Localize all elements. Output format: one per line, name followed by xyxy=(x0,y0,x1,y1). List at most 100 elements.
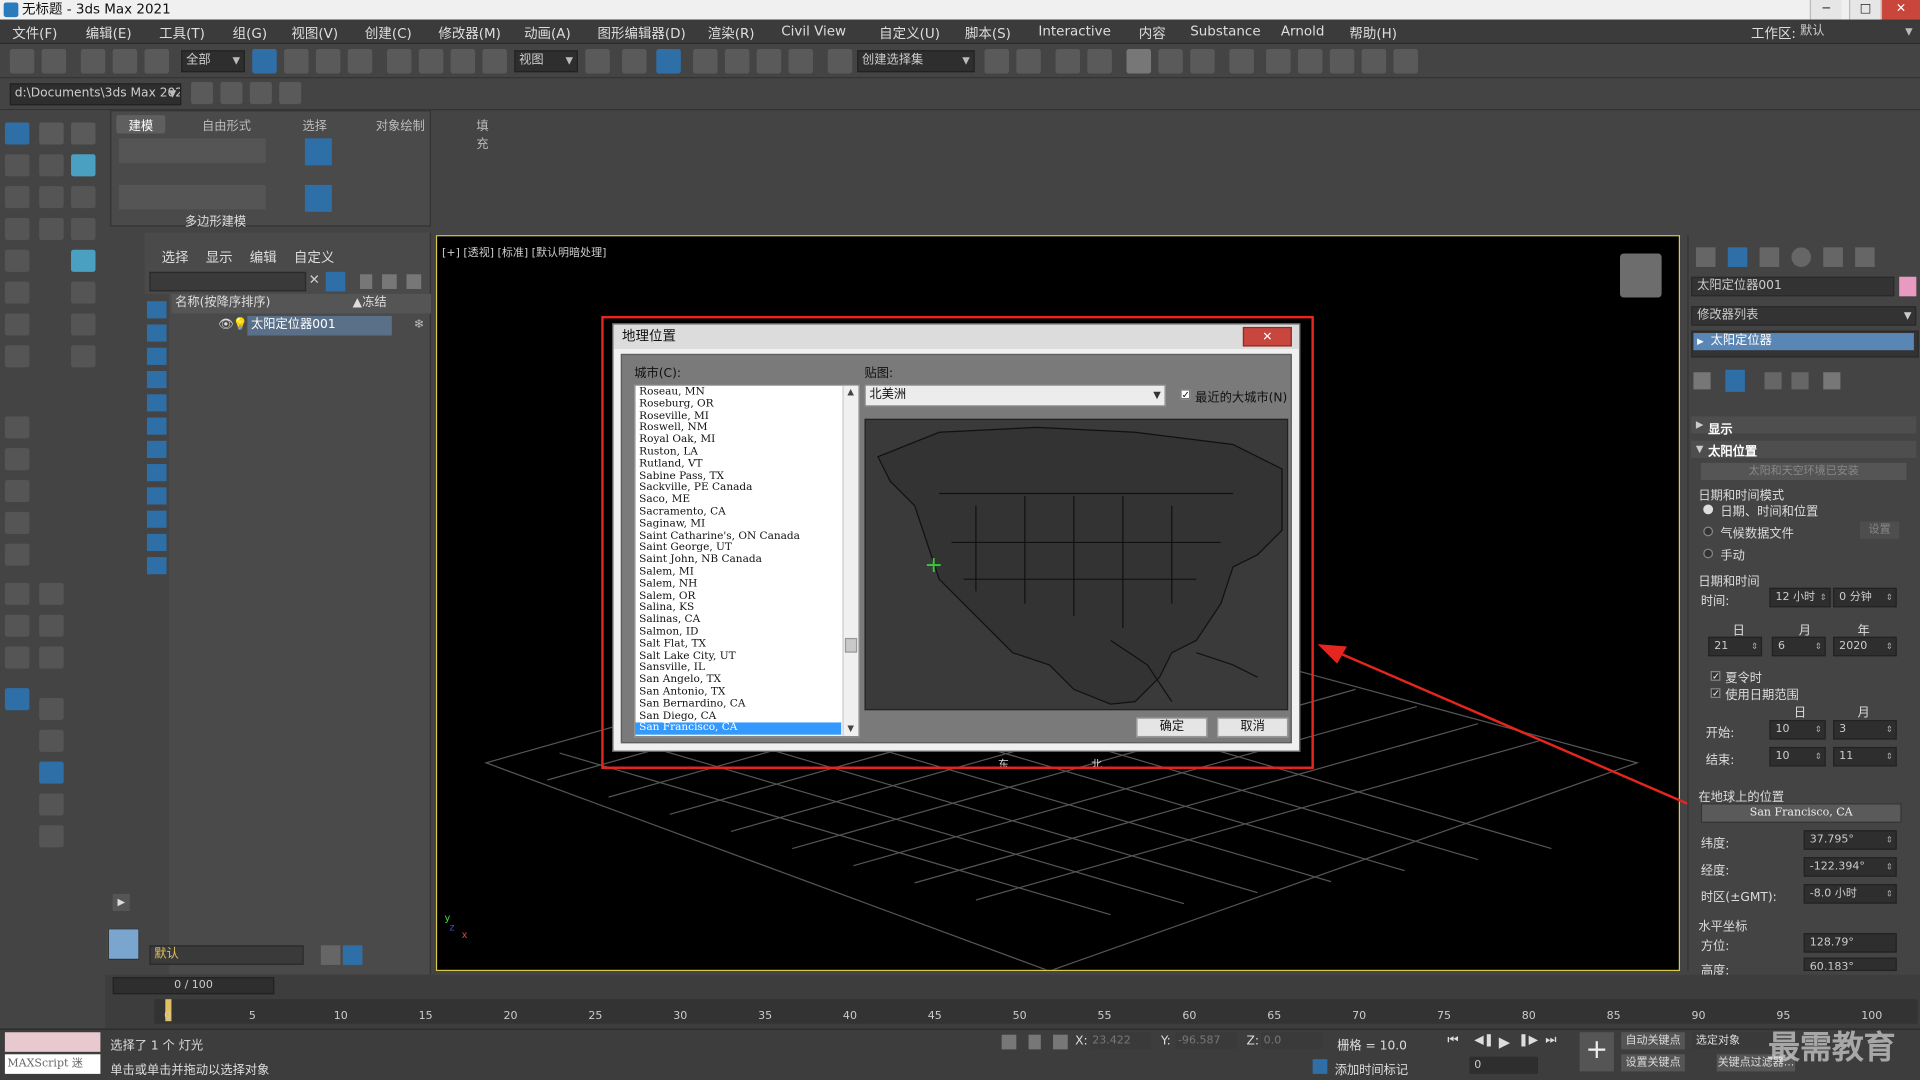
select-manipulate-icon[interactable] xyxy=(622,48,647,74)
viewcube-icon[interactable] xyxy=(1620,253,1662,298)
named-selection-dropdown[interactable]: 创建选择集 ▼ xyxy=(857,50,975,73)
prev-frame-icon[interactable]: ◀❚ xyxy=(1474,1033,1494,1046)
filter-xrefs-icon[interactable] xyxy=(146,464,167,482)
undo-icon[interactable] xyxy=(9,48,35,74)
filter-hidden-icon[interactable] xyxy=(146,557,167,575)
menu-graph-editors[interactable]: 图形编辑器(D) xyxy=(598,23,686,43)
ribbon-toggle-icon[interactable] xyxy=(1126,48,1152,74)
sun-icon[interactable] xyxy=(4,313,30,336)
current-frame-field[interactable]: 0 xyxy=(1469,1056,1538,1074)
pin-stack-icon[interactable] xyxy=(1693,372,1711,390)
curve-editor-icon[interactable] xyxy=(1158,48,1183,74)
y-coord-field[interactable]: -96.587 xyxy=(1175,1032,1237,1050)
project-folder-icon[interactable] xyxy=(191,82,214,105)
env-installed-button[interactable]: 太阳和天空环境已安装 xyxy=(1700,462,1907,481)
menu-edit[interactable]: 编辑(E) xyxy=(86,23,132,43)
maximize-button[interactable]: □ xyxy=(1848,0,1881,20)
group-icon[interactable] xyxy=(39,186,64,209)
menu-rendering[interactable]: 渲染(R) xyxy=(708,23,755,43)
xform-icon[interactable] xyxy=(4,345,30,368)
spinner-arrows-icon[interactable]: ⇕ xyxy=(1820,589,1827,606)
remove-modifier-icon[interactable] xyxy=(1791,372,1809,390)
menu-customize[interactable]: 自定义(U) xyxy=(879,23,940,43)
spinner-arrows-icon[interactable]: ⇕ xyxy=(1886,721,1893,738)
se-tab-edit[interactable]: 编辑 xyxy=(250,247,277,267)
layer-explorer-icon[interactable] xyxy=(1087,48,1112,74)
window-crossing-icon[interactable] xyxy=(347,48,373,74)
ribbon-panel-label[interactable]: 多边形建模 xyxy=(185,211,246,229)
sphere-icon[interactable] xyxy=(71,249,96,272)
render-icon[interactable] xyxy=(71,313,96,336)
layer-stack-icon[interactable] xyxy=(4,480,30,503)
mode-radio-manual[interactable] xyxy=(1703,548,1714,559)
bind-icon[interactable] xyxy=(4,217,30,241)
save-icon[interactable] xyxy=(39,646,64,669)
hierarchy-toggle-icon[interactable] xyxy=(382,274,397,289)
spinner-arrows-icon[interactable]: ⇕ xyxy=(1815,721,1822,738)
project-new-icon[interactable] xyxy=(249,82,272,105)
modifier-list-dropdown[interactable]: 修改器列表 ▼ xyxy=(1691,306,1917,326)
menu-animation[interactable]: 动画(A) xyxy=(524,23,571,43)
filter-helpers-icon[interactable] xyxy=(146,394,167,412)
day-spinner[interactable]: 21 ⇕ xyxy=(1708,636,1763,657)
scale-icon[interactable] xyxy=(450,48,476,74)
render-setup-icon[interactable] xyxy=(1266,48,1291,74)
selection-filter-dropdown[interactable]: 全部 ▼ xyxy=(181,50,245,73)
mode-option-date-time-location[interactable]: 日期、时间和位置 xyxy=(1720,501,1818,519)
spinner-arrows-icon[interactable]: ⇕ xyxy=(1815,638,1822,655)
visibility-eye-icon[interactable]: 👁 xyxy=(218,316,234,336)
make-unique-icon[interactable] xyxy=(1764,372,1782,390)
rectangular-selection-icon[interactable] xyxy=(315,48,341,74)
filter-frozen-icon[interactable] xyxy=(146,533,167,552)
menu-help[interactable]: 帮助(H) xyxy=(1349,23,1397,43)
layer-settings-icon[interactable] xyxy=(342,945,363,965)
pen-icon[interactable] xyxy=(71,217,96,241)
end-month-spinner[interactable]: 11 ⇕ xyxy=(1833,746,1897,767)
ribbon-edit-mode-icon[interactable] xyxy=(304,138,332,166)
paint-icon[interactable] xyxy=(71,154,96,177)
spinner-arrows-icon[interactable]: ⇕ xyxy=(1886,858,1893,875)
timezone-spinner[interactable]: -8.0 小时 ⇕ xyxy=(1803,884,1897,904)
edit-named-selection-icon[interactable] xyxy=(827,48,853,74)
lasso-icon[interactable] xyxy=(4,249,30,272)
z-axis-icon[interactable] xyxy=(39,761,64,784)
ribbon-tools-row-1[interactable] xyxy=(118,138,266,163)
ribbon-tab-selection[interactable]: 选择 xyxy=(302,115,326,133)
object-name-field[interactable]: 太阳定位器001 xyxy=(1691,276,1895,297)
layer-group-icon[interactable] xyxy=(4,543,30,566)
se-column-header[interactable]: 名称(按降序排序) ▲冻结 xyxy=(171,293,432,314)
filter-icon[interactable] xyxy=(325,271,346,292)
menu-tools[interactable]: 工具(T) xyxy=(159,23,205,43)
filter-shapes-icon[interactable] xyxy=(146,324,167,342)
se-col-frozen[interactable]: ▲冻结 xyxy=(353,294,387,314)
ribbon-edit-mode-2-icon[interactable] xyxy=(304,184,332,212)
xy-axis-icon[interactable] xyxy=(39,825,64,848)
x-coord-field[interactable]: 23.422 xyxy=(1089,1032,1152,1050)
set-key-icon[interactable]: + xyxy=(1579,1032,1614,1072)
reference-coord-dropdown[interactable]: 视图 ▼ xyxy=(514,50,578,73)
location-button[interactable]: San Francisco, CA xyxy=(1700,803,1902,823)
time-slider[interactable]: 0 / 100 xyxy=(112,977,275,995)
align-icon[interactable] xyxy=(1016,48,1041,74)
angle-snap-icon[interactable] xyxy=(724,48,750,74)
viewport-icon[interactable] xyxy=(71,281,96,304)
y-axis-icon[interactable] xyxy=(39,729,64,752)
snaps-toggle-icon[interactable] xyxy=(693,48,718,74)
year-spinner[interactable]: 2020 ⇕ xyxy=(1833,636,1897,657)
se-search-input[interactable] xyxy=(149,271,307,292)
layer-dropdown[interactable]: 默认 xyxy=(149,945,304,965)
end-day-spinner[interactable]: 10 ⇕ xyxy=(1769,746,1826,767)
spinner-arrows-icon[interactable]: ⇕ xyxy=(1886,748,1893,765)
select-object-icon[interactable] xyxy=(252,48,277,74)
minimize-button[interactable]: ─ xyxy=(1809,0,1842,20)
hierarchy-tab-icon[interactable] xyxy=(1759,247,1780,267)
render-in-cloud-icon[interactable] xyxy=(1361,48,1387,74)
rendered-frame-window-icon[interactable] xyxy=(1297,48,1323,74)
menu-create[interactable]: 创建(C) xyxy=(365,23,412,43)
display-tab-icon[interactable] xyxy=(1823,247,1843,267)
link-tool-icon[interactable] xyxy=(4,154,30,177)
ribbon-tab-populate[interactable]: 填充 xyxy=(476,115,488,152)
place-icon[interactable] xyxy=(482,48,507,74)
play-icon[interactable] xyxy=(71,345,96,368)
clear-search-icon[interactable]: ✕ xyxy=(309,272,320,288)
